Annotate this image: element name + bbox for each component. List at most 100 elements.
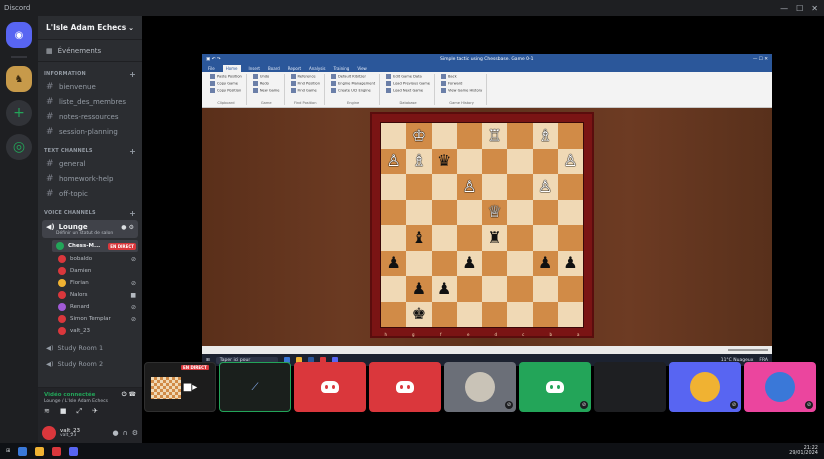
board-square[interactable]	[482, 276, 508, 302]
tab-home[interactable]: Home	[222, 64, 241, 72]
participant-tile[interactable]	[594, 362, 666, 412]
board-square[interactable]	[532, 225, 558, 251]
category-text-channels[interactable]: TEXT CHANNELS +	[38, 146, 142, 156]
server-icon-chess[interactable]: ♞	[6, 66, 32, 92]
board-square[interactable]	[406, 250, 432, 276]
voice-channel-lounge[interactable]: ◀) Lounge ● ⚙ Définir un statut de salon	[42, 220, 138, 238]
board-square[interactable]: ♝	[406, 225, 432, 251]
board-square[interactable]	[507, 148, 533, 174]
participant-tile[interactable]: ⊘	[744, 362, 816, 412]
voice-channel-study-room-1[interactable]: ◀) Study Room 1	[38, 340, 142, 356]
board-square[interactable]: ♜	[482, 225, 508, 251]
discord-home-icon[interactable]: ◉	[6, 22, 32, 48]
board-square[interactable]	[557, 199, 583, 225]
voice-user-florian[interactable]: Florian ⊘	[38, 277, 142, 289]
channel-homework-help[interactable]: # homework-help	[38, 171, 142, 186]
board-square[interactable]	[381, 123, 407, 149]
board-square[interactable]: ♟	[381, 250, 407, 276]
voice-location[interactable]: Lounge / L'Isle Adam Echecs	[44, 399, 136, 404]
voice-user-bobaldo[interactable]: bobaldo ⊘	[38, 253, 142, 265]
category-voice-channels[interactable]: VOICE CHANNELS +	[38, 208, 142, 218]
board-square[interactable]: ♙	[456, 174, 482, 200]
board-square[interactable]	[381, 225, 407, 251]
windows-start-icon[interactable]: ⊞	[6, 448, 10, 454]
white-piece[interactable]: ♕	[487, 204, 501, 220]
disconnect-icon[interactable]: ⏻ ☎	[122, 391, 136, 399]
board-square[interactable]	[532, 301, 558, 327]
white-piece[interactable]: ♙	[462, 178, 476, 195]
board-square[interactable]	[482, 148, 508, 174]
tab-analysis[interactable]: Analysis	[309, 66, 325, 71]
board-square[interactable]	[381, 174, 407, 200]
board-square[interactable]	[431, 301, 457, 327]
close-button[interactable]: ✕	[811, 4, 818, 13]
board-square[interactable]	[482, 174, 508, 200]
add-channel-icon[interactable]: +	[129, 70, 136, 79]
stream-tile-2[interactable]: ⟋	[219, 362, 291, 412]
black-piece[interactable]: ♟	[563, 255, 577, 271]
board-square[interactable]	[431, 250, 457, 276]
board-square[interactable]	[507, 123, 533, 149]
folder-icon[interactable]	[35, 446, 45, 456]
stream-tile[interactable]: EN DIRECT ■▸	[144, 362, 216, 412]
zoom-slider[interactable]	[728, 349, 768, 351]
voice-user-damien[interactable]: Damien	[38, 265, 142, 277]
mic-icon[interactable]: ●	[112, 429, 118, 437]
ribbon-item[interactable]: New Game	[252, 88, 280, 93]
board-square[interactable]: ♔	[406, 123, 432, 149]
participant-tile[interactable]	[294, 362, 366, 412]
board-square[interactable]	[532, 276, 558, 302]
board-square[interactable]	[507, 301, 533, 327]
board-square[interactable]	[431, 225, 457, 251]
ribbon-item[interactable]: Redo	[252, 81, 280, 86]
board-square[interactable]	[456, 276, 482, 302]
black-piece[interactable]: ♝	[412, 229, 426, 246]
board-square[interactable]: ♙	[381, 148, 407, 174]
ribbon-item[interactable]: Find Game	[290, 88, 321, 93]
board-square[interactable]	[431, 199, 457, 225]
board-square[interactable]: ♟	[406, 276, 432, 302]
board-square[interactable]	[507, 250, 533, 276]
voice-user-renard[interactable]: Renard ⊘	[38, 301, 142, 313]
black-piece[interactable]: ♟	[538, 255, 552, 271]
white-piece[interactable]: ♗	[412, 153, 426, 169]
board-square[interactable]: ♕	[482, 199, 508, 225]
lounge-status[interactable]: Définir un statut de salon	[56, 231, 134, 236]
stream-stage[interactable]: ▣ ↶ ↷ Simple tactic using Chessbase. Gam…	[142, 16, 824, 366]
voice-user-chess-m[interactable]: Chess-M... EN DIRECT	[52, 240, 138, 252]
channel-liste-des-membres[interactable]: # liste_des_membres	[38, 94, 142, 109]
category-information[interactable]: INFORMATION +	[38, 69, 142, 79]
ribbon-item[interactable]: Engine Management	[331, 81, 375, 86]
black-piece[interactable]: ♜	[487, 229, 501, 246]
ribbon-item[interactable]: Undo	[252, 74, 280, 79]
board-square[interactable]	[557, 276, 583, 302]
activity-icon[interactable]: ✈	[92, 407, 98, 416]
add-channel-icon[interactable]: +	[129, 209, 136, 218]
ribbon-item[interactable]: Copy Game	[210, 81, 242, 86]
ribbon-item[interactable]: Forward	[440, 81, 482, 86]
board-square[interactable]	[532, 199, 558, 225]
tab-board[interactable]: Board	[268, 66, 280, 71]
channel-general[interactable]: # general	[38, 156, 142, 171]
maximize-button[interactable]: ☐	[796, 4, 803, 13]
board-square[interactable]	[507, 174, 533, 200]
voice-user-simon-templar[interactable]: Simon Templar ⊘	[38, 313, 142, 325]
board-square[interactable]: ♗	[532, 123, 558, 149]
ribbon-item[interactable]: Create UCI Engine	[331, 88, 375, 93]
participant-tile[interactable]	[369, 362, 441, 412]
black-piece[interactable]: ♟	[462, 255, 476, 271]
headphones-icon[interactable]: ∩	[123, 429, 128, 437]
board-square[interactable]	[456, 199, 482, 225]
white-piece[interactable]: ♗	[538, 127, 552, 144]
board-square[interactable]	[456, 123, 482, 149]
discord-icon[interactable]	[69, 446, 79, 456]
white-piece[interactable]: ♙	[563, 153, 577, 169]
board-square[interactable]	[507, 199, 533, 225]
voice-status[interactable]: Vidéo connectée	[44, 392, 95, 398]
server-header[interactable]: L'Isle Adam Echecs ⌄	[38, 16, 142, 40]
black-piece[interactable]: ♟	[412, 280, 426, 297]
black-piece[interactable]: ♟	[437, 280, 451, 297]
ribbon-item[interactable]: Paste Position	[210, 74, 242, 79]
ribbon-item[interactable]: View Game History	[440, 88, 482, 93]
ribbon-item[interactable]: Default Kibitzer	[331, 74, 375, 79]
